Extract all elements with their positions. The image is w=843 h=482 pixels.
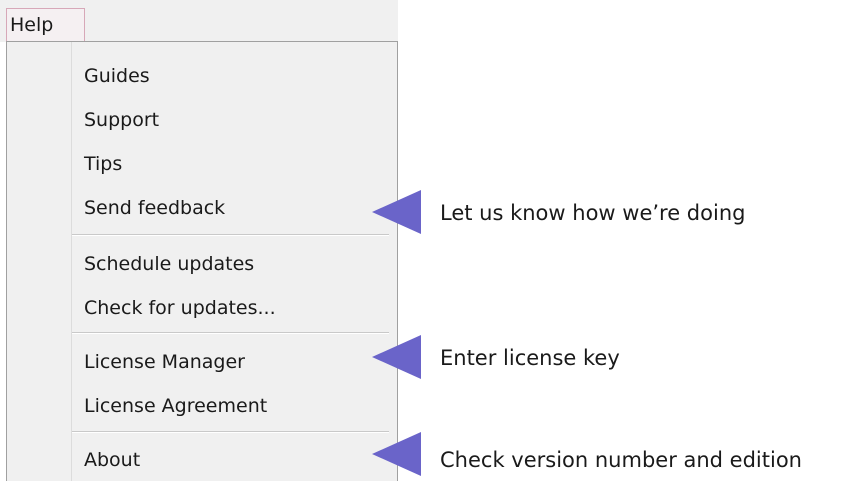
menu-bar: Help bbox=[0, 0, 398, 42]
menu-separator bbox=[72, 234, 389, 236]
menu-item-check-for-updates[interactable]: Check for updates... bbox=[7, 286, 397, 330]
callout-feedback-text: Let us know how we’re doing bbox=[440, 201, 746, 225]
menu-item-tips[interactable]: Tips bbox=[7, 142, 397, 186]
menu-item-send-feedback[interactable]: Send feedback bbox=[7, 186, 397, 230]
menu-item-schedule-updates[interactable]: Schedule updates bbox=[7, 242, 397, 286]
callout-arrow-icon bbox=[372, 190, 421, 234]
help-dropdown-menu: Guides Support Tips Send feedback Schedu… bbox=[6, 41, 398, 481]
menu-item-about[interactable]: About bbox=[7, 438, 397, 482]
menu-item-support[interactable]: Support bbox=[7, 98, 397, 142]
menu-separator bbox=[72, 431, 389, 433]
menu-item-license-agreement[interactable]: License Agreement bbox=[7, 384, 397, 428]
callout-arrow-icon bbox=[372, 432, 421, 476]
menu-separator bbox=[72, 332, 389, 334]
callout-about-text: Check version number and edition bbox=[440, 448, 802, 472]
menu-item-guides[interactable]: Guides bbox=[7, 54, 397, 98]
menu-item-license-manager[interactable]: License Manager bbox=[7, 340, 397, 384]
callout-license-text: Enter license key bbox=[440, 346, 620, 370]
help-menu-button[interactable]: Help bbox=[6, 8, 85, 42]
callout-arrow-icon bbox=[372, 335, 421, 379]
